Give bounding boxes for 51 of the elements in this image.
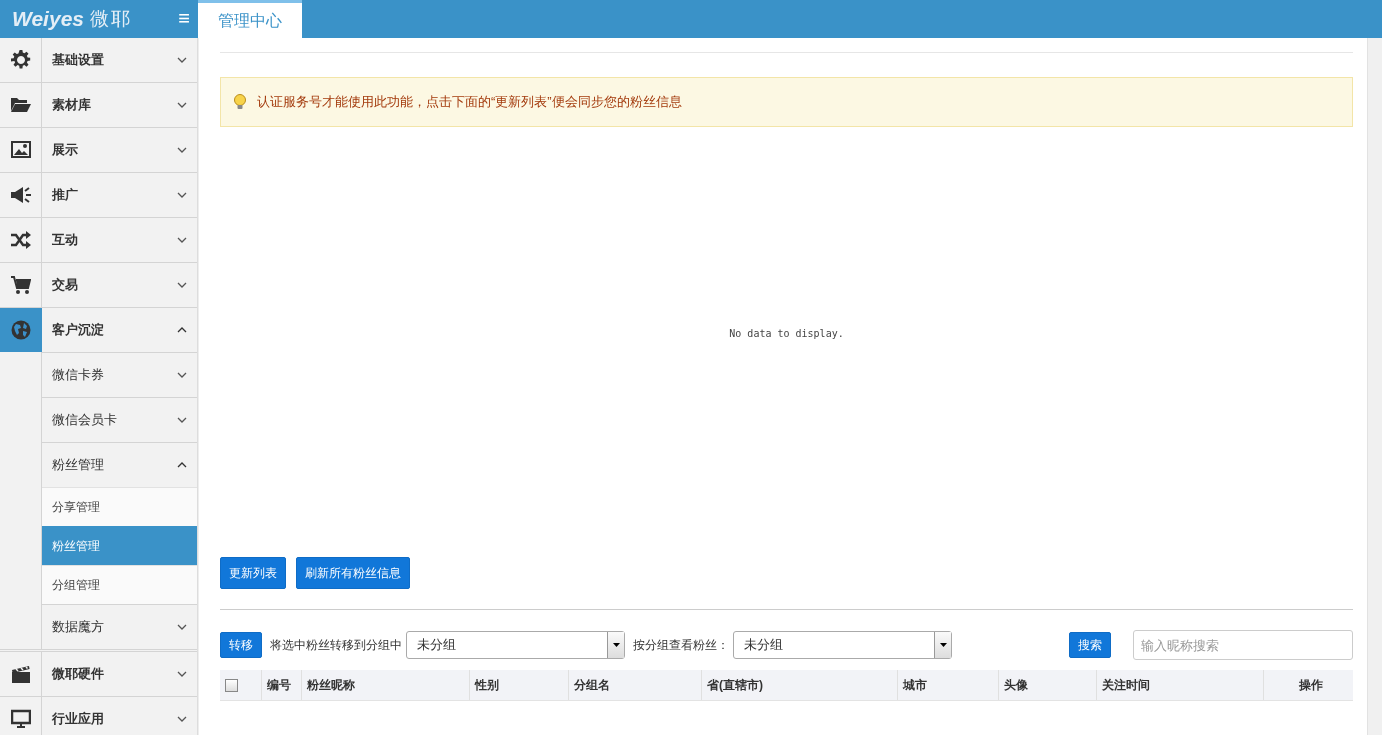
alert-text: 认证服务号才能使用此功能，点击下面的“更新列表”便会同步您的粉丝信息	[257, 93, 682, 111]
lightbulb-icon	[233, 94, 247, 110]
sidebar-item[interactable]: 素材库	[42, 83, 197, 127]
globe-icon	[0, 308, 42, 352]
tab[interactable]: 管理中心	[198, 0, 302, 38]
sidebar-item[interactable]: 基础设置	[42, 38, 197, 82]
column-header: 操作	[1263, 670, 1353, 700]
cart-icon	[10, 275, 31, 295]
sidebar-item[interactable]: 展示	[42, 128, 197, 172]
scrollbar[interactable]	[1367, 38, 1382, 735]
dropdown-arrow-icon	[939, 643, 947, 647]
search-button[interactable]: 搜索	[1069, 632, 1111, 658]
column-header: 省(直辖市)	[701, 670, 897, 700]
checkbox[interactable]	[225, 678, 238, 692]
sidebar-item[interactable]: 微信卡券	[42, 352, 197, 397]
monitor-icon	[10, 709, 31, 729]
sidebar-item[interactable]: 微耶硬件	[42, 652, 197, 696]
column-header: 关注时间	[1096, 670, 1263, 700]
sidebar-item[interactable]: 客户沉淀	[42, 308, 197, 352]
group-select[interactable]: 未分组	[733, 631, 952, 659]
move-button[interactable]: 转移	[220, 632, 262, 658]
column-header: 城市	[897, 670, 998, 700]
empty-message: No data to display.	[729, 327, 844, 339]
logo-text: Weiyes	[12, 7, 84, 31]
gear-icon	[10, 50, 31, 70]
view-label: 按分组查看粉丝：	[633, 636, 729, 654]
sidebar-item[interactable]: 数据魔方	[42, 604, 197, 649]
sidebar-item[interactable]: 微信会员卡	[42, 397, 197, 442]
image-icon	[10, 140, 31, 160]
column-header: 编号	[261, 670, 301, 700]
move-label: 将选中粉丝转移到分组中	[270, 636, 402, 654]
action-button[interactable]: 刷新所有粉丝信息	[296, 557, 410, 589]
sidebar-item[interactable]: 分享管理	[42, 487, 197, 526]
dropdown-arrow-icon	[612, 643, 620, 647]
sidebar-item[interactable]: 推广	[42, 173, 197, 217]
column-header: 粉丝昵称	[301, 670, 469, 700]
sidebar-item[interactable]: 行业应用	[42, 697, 197, 735]
logo-text: 微耶	[90, 7, 132, 31]
shuffle-icon	[10, 230, 31, 250]
column-header: 性别	[469, 670, 568, 700]
clapperboard-icon	[10, 664, 31, 684]
megaphone-icon	[10, 185, 31, 205]
sidebar-item[interactable]: 交易	[42, 263, 197, 307]
column-header: 头像	[998, 670, 1096, 700]
sidebar-item[interactable]: 分组管理	[42, 565, 197, 604]
folder-icon	[10, 95, 31, 115]
column-header: 分组名	[568, 670, 701, 700]
action-button[interactable]: 更新列表	[220, 557, 286, 589]
search-field[interactable]: 输入昵称搜索	[1133, 630, 1353, 660]
group-select[interactable]: 未分组	[406, 631, 625, 659]
sidebar-item[interactable]: 互动	[42, 218, 197, 262]
